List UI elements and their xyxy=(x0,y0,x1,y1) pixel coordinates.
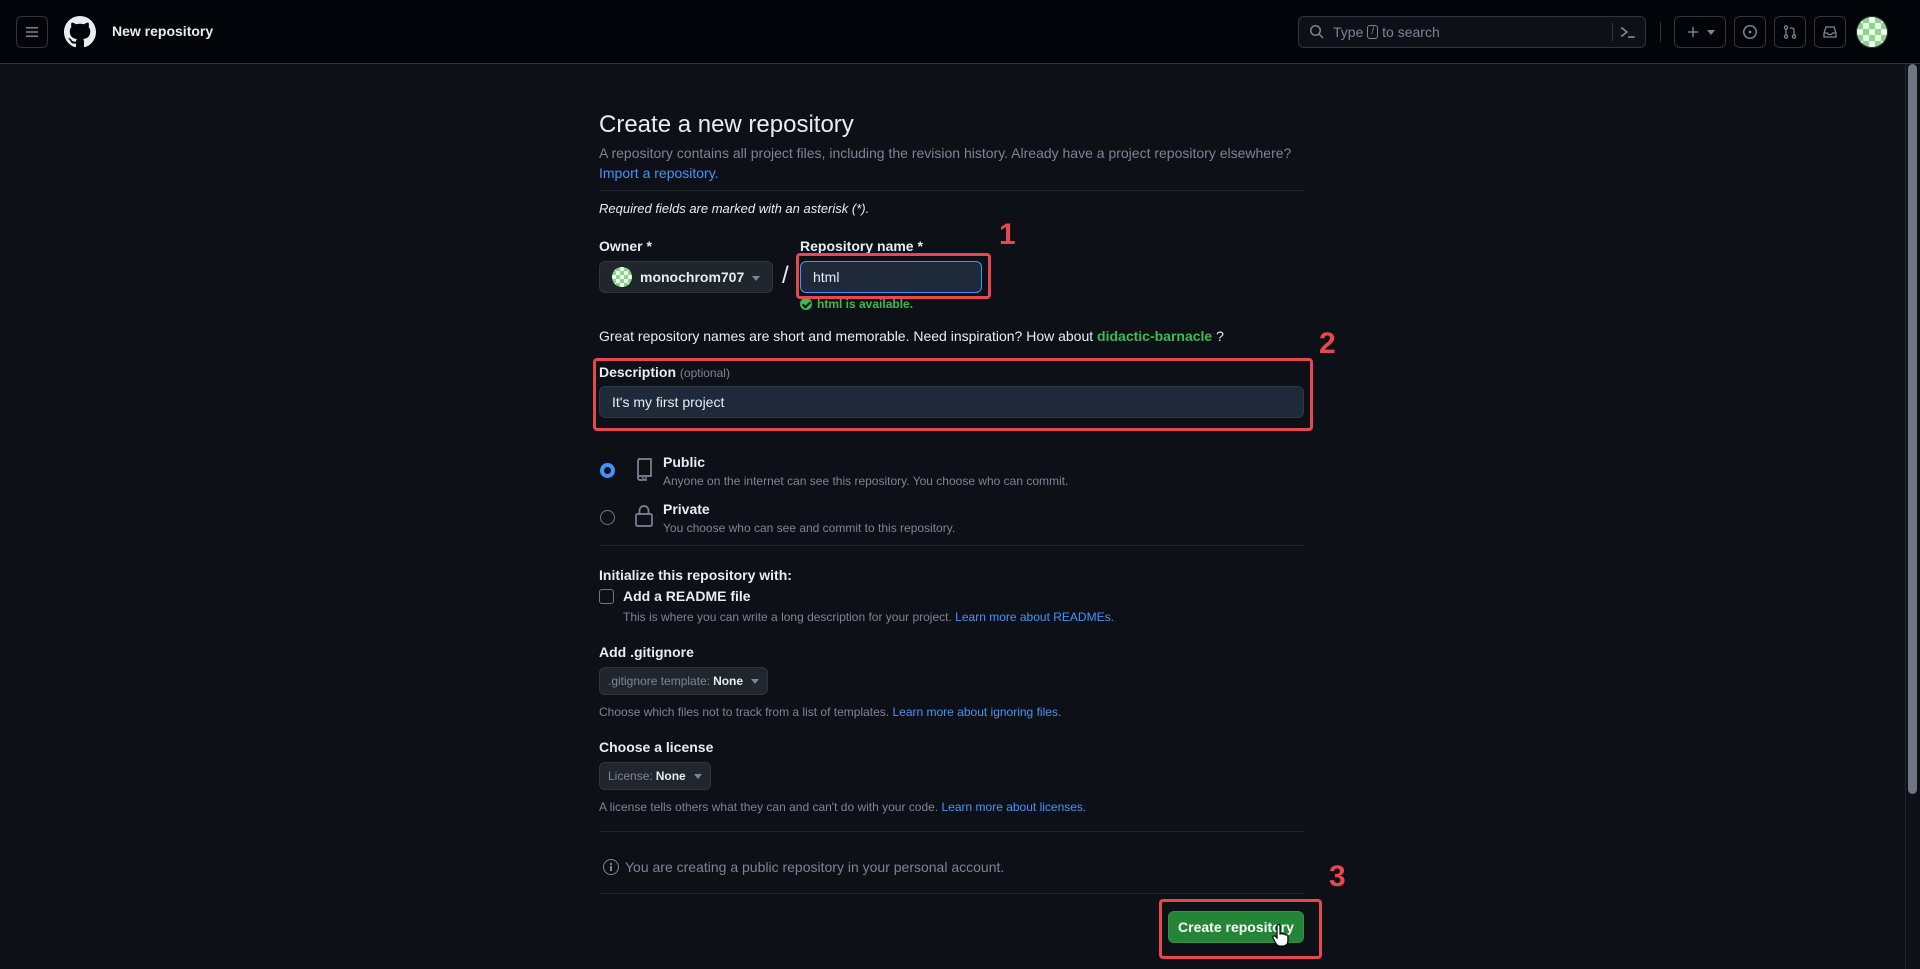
header-separator xyxy=(1660,22,1661,42)
owner-repo-separator: / xyxy=(782,262,789,289)
inspiration-text: Great repository names are short and mem… xyxy=(599,328,1094,344)
gitignore-template-select[interactable]: .gitignore template: None xyxy=(599,667,769,695)
hamburger-icon xyxy=(26,27,38,37)
initialize-title: Initialize this repository with: xyxy=(599,567,792,583)
issues-button[interactable] xyxy=(1734,16,1766,48)
owner-label: Owner * xyxy=(599,238,652,254)
owner-select[interactable]: monochrom707 xyxy=(599,261,773,293)
github-logo-icon[interactable] xyxy=(64,16,96,48)
readme-label[interactable]: Add a README file xyxy=(623,588,751,604)
owner-value: monochrom707 xyxy=(640,269,745,285)
annotation-number-2: 2 xyxy=(1319,327,1336,360)
user-avatar[interactable] xyxy=(1856,16,1888,48)
divider xyxy=(599,831,1304,832)
info-icon xyxy=(603,859,619,875)
license-select-value: None xyxy=(655,769,686,783)
issue-opened-icon xyxy=(1743,25,1757,39)
readme-desc-text: This is where you can write a long descr… xyxy=(623,610,952,624)
page-subtitle: A repository contains all project files,… xyxy=(599,143,1304,183)
license-select-prefix: License: xyxy=(608,769,653,783)
private-option-title[interactable]: Private xyxy=(663,501,710,517)
visibility-info-text: You are creating a public repository in … xyxy=(625,859,1005,875)
annotation-box-1 xyxy=(796,253,991,299)
license-label: Choose a license xyxy=(599,739,714,755)
license-desc-text: A license tells others what they can and… xyxy=(599,800,939,814)
annotation-number-3: 3 xyxy=(1329,860,1346,893)
search-input[interactable]: Type / to search xyxy=(1298,16,1646,48)
git-pull-request-icon xyxy=(1783,25,1797,39)
visibility-info: You are creating a public repository in … xyxy=(603,859,1004,875)
inbox-button[interactable] xyxy=(1814,16,1846,48)
scrollbar-thumb[interactable] xyxy=(1908,64,1917,794)
gitignore-learn-more-link[interactable]: Learn more about ignoring files. xyxy=(892,705,1061,719)
import-repository-link[interactable]: Import a repository. xyxy=(599,165,719,181)
plus-icon xyxy=(1687,26,1698,38)
gitignore-description: Choose which files not to track from a l… xyxy=(599,705,1061,719)
readme-description: This is where you can write a long descr… xyxy=(623,610,1114,624)
chevron-down-icon xyxy=(752,276,760,281)
page-title: Create a new repository xyxy=(599,111,854,138)
private-option-description: You choose who can see and commit to thi… xyxy=(663,521,956,535)
search-placeholder-prefix: Type xyxy=(1333,24,1364,40)
gitignore-select-value: None xyxy=(713,674,744,688)
lock-icon xyxy=(635,505,653,527)
public-option-title[interactable]: Public xyxy=(663,454,705,470)
search-shortcut-key: / xyxy=(1367,25,1379,39)
chevron-down-icon xyxy=(693,773,702,779)
availability-text: html is available. xyxy=(817,297,914,311)
search-icon xyxy=(1310,25,1324,39)
inspiration-end: ? xyxy=(1216,328,1224,344)
search-divider xyxy=(1612,23,1613,41)
name-inspiration: Great repository names are short and mem… xyxy=(599,328,1224,344)
annotation-box-2 xyxy=(593,358,1313,431)
menu-button[interactable] xyxy=(16,16,48,48)
app-header: New repository Type / to search xyxy=(0,0,1920,64)
gitignore-select-prefix: .gitignore template: xyxy=(608,674,711,688)
required-fields-note: Required fields are marked with an aster… xyxy=(599,201,870,216)
annotation-box-3 xyxy=(1159,899,1322,959)
license-learn-more-link[interactable]: Learn more about licenses. xyxy=(942,800,1087,814)
readme-checkbox[interactable] xyxy=(599,589,614,604)
readme-learn-more-link[interactable]: Learn more about READMEs. xyxy=(955,610,1114,624)
check-circle-icon xyxy=(800,298,812,310)
pull-requests-button[interactable] xyxy=(1774,16,1806,48)
inbox-icon xyxy=(1823,26,1837,38)
divider xyxy=(599,893,1304,894)
repository-name-label: Repository name * xyxy=(800,238,923,254)
chevron-down-icon xyxy=(1706,29,1715,35)
license-select[interactable]: License: None xyxy=(599,762,711,790)
owner-avatar xyxy=(612,267,632,287)
repo-icon xyxy=(637,458,652,481)
chevron-down-icon xyxy=(751,678,760,684)
public-radio[interactable] xyxy=(600,463,615,478)
gitignore-label: Add .gitignore xyxy=(599,644,694,660)
divider xyxy=(599,190,1304,191)
create-new-button[interactable] xyxy=(1674,16,1726,48)
name-availability-message: html is available. xyxy=(800,297,913,311)
suggested-name-link[interactable]: didactic-barnacle xyxy=(1097,328,1212,344)
private-radio[interactable] xyxy=(600,510,615,525)
page-context-title[interactable]: New repository xyxy=(112,23,213,39)
public-option-description: Anyone on the internet can see this repo… xyxy=(663,474,1069,488)
annotation-number-1: 1 xyxy=(999,218,1016,251)
search-placeholder-suffix: to search xyxy=(1382,24,1440,40)
divider xyxy=(599,545,1304,546)
gitignore-desc-text: Choose which files not to track from a l… xyxy=(599,705,890,719)
subtitle-text: A repository contains all project files,… xyxy=(599,145,1292,161)
command-palette-icon[interactable] xyxy=(1619,23,1637,41)
license-description: A license tells others what they can and… xyxy=(599,800,1086,814)
